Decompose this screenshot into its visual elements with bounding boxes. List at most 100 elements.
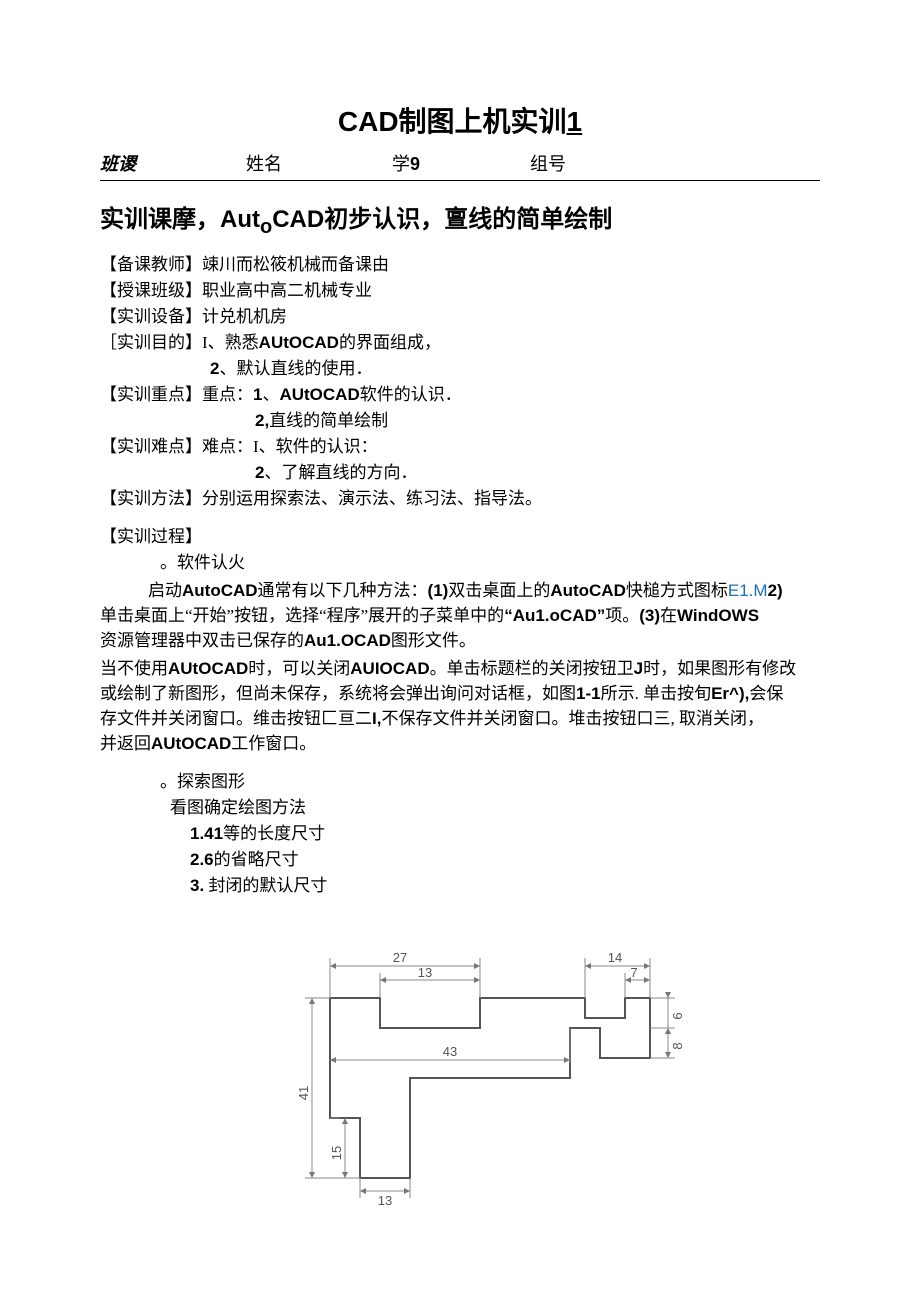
diff-1: I、软件的认识： — [253, 437, 378, 456]
focus-label: 【实训重点】 — [100, 385, 202, 404]
dim-8: 8 — [670, 1042, 685, 1049]
p2-l4a: 并返回 — [100, 734, 151, 753]
p1-b4: 2) — [768, 581, 783, 600]
form-name-label: 姓名 — [246, 150, 282, 176]
focus-2-num: 2, — [255, 411, 269, 430]
p2-t4: 时，如果图形有修改 — [643, 659, 796, 678]
equip-value: 计兑机机房 — [202, 307, 287, 326]
p2-t3: 。单击标题栏的关闭按钮卫 — [430, 659, 634, 678]
page-title: CAD制图上机实训1 — [100, 100, 820, 140]
p2-t5: 所示. 单击按旬 — [601, 684, 712, 703]
meta-method: 【实训方法】分别运用探索法、演示法、练习法、指导法。 — [100, 487, 820, 511]
p1-t3: 快槌方式图标 — [626, 581, 728, 600]
item-3: 3. 封闭的默认尺寸 — [100, 874, 820, 898]
p1-t8: 图形文件。 — [391, 631, 476, 650]
p1-link[interactable]: E1.M — [728, 581, 768, 600]
meta-diff: 【实训难点】难点：I、软件的认识： — [100, 435, 820, 459]
proc-label: 【实训过程】 — [100, 525, 820, 549]
p1-l2a: 单击桌面上“开始”按钮，选择“程序”展开的子菜单中的 — [100, 606, 504, 625]
form-class-label: 班谡 — [100, 150, 136, 176]
meta-teacher: 【备课教师】竦川而松筱机械而备课由 — [100, 253, 820, 277]
p1-t1: 通常有以下几种方法： — [258, 581, 428, 600]
form-id-text: 学 — [392, 154, 410, 174]
p1-b5: “Au1.oCAD” — [504, 606, 605, 625]
title-number: 1 — [567, 106, 583, 137]
form-header-line: 班谡 姓名 学9 组号 — [100, 148, 820, 181]
dim-41: 41 — [296, 1086, 311, 1100]
p2-t2: 时，可以关闭 — [248, 659, 350, 678]
item-2: 2.6的省略尺寸 — [100, 848, 820, 872]
item-1-num: 1.41 — [190, 824, 223, 843]
dim-13a: 13 — [418, 965, 432, 980]
form-id-label: 学9 — [392, 150, 420, 176]
dim-15: 15 — [329, 1146, 344, 1160]
focus-1-bold: AUtOCAD — [279, 385, 359, 404]
p2-b7: AUtOCAD — [151, 734, 231, 753]
subtitle: 实训课摩，AutoCAD初步认识，亶线的简单绘制 — [100, 199, 820, 239]
meta-goal-2: 2、默认直线的使用． — [100, 357, 820, 381]
method-value: 分别运用探索法、演示法、练习法、指导法。 — [202, 489, 542, 508]
cad-drawing: 27 13 14 7 43 41 15 13 6 8 — [100, 928, 820, 1208]
p2-t1: 当不使用 — [100, 659, 168, 678]
dim-7: 7 — [630, 965, 637, 980]
meta-focus: 【实训重点】重点：1、AUtOCAD软件的认识． — [100, 383, 820, 407]
p1-b2: (1) — [428, 581, 449, 600]
p1-b1: AutoCAD — [182, 581, 258, 600]
meta-equip: 【实训设备】计兑机机房 — [100, 305, 820, 329]
goal-1-pre: I、熟悉 — [202, 333, 259, 352]
dim-27: 27 — [393, 950, 407, 965]
p2-b4: 1-1 — [576, 684, 601, 703]
p2-b3: J — [634, 659, 643, 678]
p2-t8: 工作窗口。 — [231, 734, 316, 753]
goal-2-text: 、默认直线的使用． — [219, 359, 372, 378]
p2-b1: AUtOCAD — [168, 659, 248, 678]
p2-t7: 不保存文件并关闭窗口。堆击按钮口三, 取消关闭， — [381, 709, 764, 728]
p1-t0: 启动 — [148, 581, 182, 600]
form-group-label: 组号 — [530, 150, 566, 176]
dim-13b: 13 — [378, 1193, 392, 1208]
class-value: 职业高中高二机械专业 — [202, 281, 372, 300]
focus-pre: 重点： — [202, 385, 253, 404]
p1-b7: WindOWS — [677, 606, 759, 625]
method-label: 【实训方法】 — [100, 489, 202, 508]
p2-b2: AUIOCAD — [350, 659, 429, 678]
p1-t5: 项。 — [605, 606, 639, 625]
item-2-text: 的省略尺寸 — [214, 850, 299, 869]
title-prefix: CAD制图上机实训 — [338, 106, 567, 137]
page: CAD制图上机实训1 班谡 姓名 学9 组号 实训课摩，AutoCAD初步认识，… — [0, 0, 920, 1301]
p1-t2: 双击桌面上的 — [448, 581, 550, 600]
p2-l2: 或绘制了新图形，但尚未保存，系统将会弹出询问对话框，如图 — [100, 684, 576, 703]
paragraph-1: 启动AutoCAD通常有以下几种方法：(1)双击桌面上的AutoCAD快槌方式图… — [100, 578, 820, 653]
p2-b5: Er^), — [711, 684, 749, 703]
equip-label: 【实训设备】 — [100, 307, 202, 326]
teacher-value: 竦川而松筱机械而备课由 — [202, 255, 389, 274]
focus-2-text: 直线的简单绘制 — [269, 411, 388, 430]
bullet-software: 。软件认火 — [100, 551, 820, 575]
form-id-num: 9 — [410, 154, 420, 174]
goal-1-bold: AUtOCAD — [259, 333, 339, 352]
meta-diff-2: 2、了解直线的方向． — [100, 461, 820, 485]
look-line: 看图确定绘图方法 — [100, 796, 820, 820]
dim-14: 14 — [608, 950, 622, 965]
diff-2-text: 、了解直线的方向． — [264, 463, 417, 482]
teacher-label: 【备课教师】 — [100, 255, 202, 274]
focus-1-mid: 、 — [262, 385, 279, 404]
p1-b3: AutoCAD — [550, 581, 626, 600]
item-3-text: 封闭的默认尺寸 — [204, 876, 327, 895]
meta-focus-2: 2,直线的简单绘制 — [100, 409, 820, 433]
goal-label: ［实训目的】 — [100, 333, 202, 352]
p2-t6: 会保 — [749, 684, 783, 703]
p1-b8: Au1.OCAD — [304, 631, 391, 650]
item-1: 1.41等的长度尺寸 — [100, 822, 820, 846]
class-label: 【授课班级】 — [100, 281, 202, 300]
meta-goal: ［实训目的】I、熟悉AUtOCAD的界面组成， — [100, 331, 820, 355]
p1-l3a: 资源管理器中双击已保存的 — [100, 631, 304, 650]
diff-pre: 难点： — [202, 437, 253, 456]
p1-b6: (3) — [639, 606, 660, 625]
item-2-num: 2.6 — [190, 850, 214, 869]
goal-1-post: 的界面组成， — [339, 333, 441, 352]
item-1-text: 等的长度尺寸 — [223, 824, 325, 843]
bullet-explore: 。探索图形 — [100, 770, 820, 794]
p2-l3: 存文件并关闭窗口。维击按钮匚亘二 — [100, 709, 372, 728]
meta-class: 【授课班级】职业高中高二机械专业 — [100, 279, 820, 303]
